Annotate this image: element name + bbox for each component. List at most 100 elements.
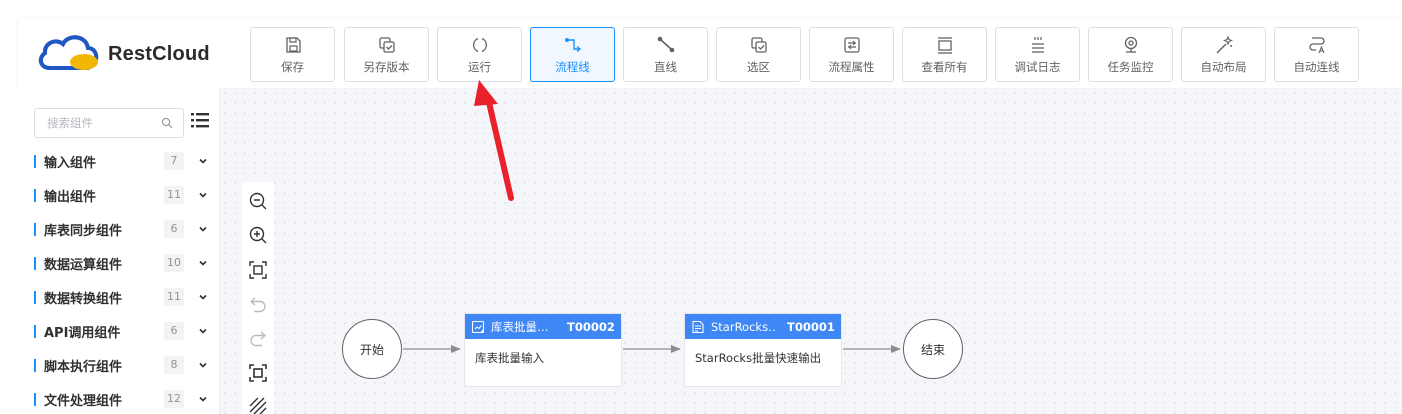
category-label: 脚本执行组件 [44,359,123,375]
straight-line-label: 直线 [654,60,677,74]
undo-icon [249,297,266,313]
run-icon [470,35,490,55]
category-label: 数据运算组件 [44,257,123,273]
chevron-down-icon[interactable] [198,190,208,200]
view-all-label: 查看所有 [921,60,968,74]
task-title: 库表批量… [491,319,549,334]
flow-line-icon [563,35,583,55]
fit-view-icon [249,261,267,279]
task-monitor-label: 任务监控 [1107,60,1154,74]
search-icon[interactable] [161,117,173,129]
select-area-button[interactable]: 选区 [716,27,801,82]
chevron-down-icon[interactable] [198,394,208,404]
category-count: 6 [164,322,184,340]
chevron-down-icon[interactable] [198,326,208,336]
start-node[interactable]: 开始 [342,319,402,379]
document-output-icon [692,320,704,333]
auto-connect-icon [1307,35,1327,55]
redo-button[interactable] [247,327,269,349]
search-input[interactable] [35,109,155,137]
category-label: 文件处理组件 [44,393,123,409]
save-version-button[interactable]: 另存版本 [344,27,429,82]
zoom-in-button[interactable] [247,224,269,246]
view-all-button[interactable]: 查看所有 [902,27,987,82]
category-label: 数据转换组件 [44,291,123,307]
category-count: 10 [164,254,184,272]
category-marker [34,222,36,236]
cloud-logo-icon [38,35,99,70]
category-label: 输出组件 [44,189,97,205]
category-marker [34,290,36,304]
category-data-compute[interactable]: 数据运算组件 10 [34,252,210,274]
category-marker [34,154,36,168]
undo-button[interactable] [247,293,269,315]
task-code: T00002 [567,319,615,334]
category-count: 12 [164,390,184,408]
fullscreen-button[interactable] [247,362,269,384]
canvas-tool-bar [242,182,274,414]
save-icon [283,35,303,55]
flow-line-button[interactable]: 流程线 [530,27,615,82]
flow-properties-button[interactable]: 流程属性 [809,27,894,82]
category-api-call[interactable]: API调用组件 6 [34,320,210,342]
fit-view-button[interactable] [247,259,269,281]
restcloud-logo: RestCloud [36,32,216,76]
save-button[interactable]: 保存 [250,27,335,82]
zoom-out-icon [249,192,267,210]
grid-toggle-icon [249,397,267,414]
task-description: StarRocks批量快速输出 [695,351,822,365]
zoom-in-icon [249,226,267,244]
task-description: 库表批量输入 [475,351,544,365]
save-version-icon [377,35,397,55]
task-monitor-icon [1121,35,1141,55]
task-code: T00001 [787,319,835,334]
debug-log-button[interactable]: 调试日志 [995,27,1080,82]
straight-line-icon [656,35,676,55]
category-output[interactable]: 输出组件 11 [34,184,210,206]
task-monitor-button[interactable]: 任务监控 [1088,27,1173,82]
save-version-label: 另存版本 [363,60,410,74]
debug-log-icon [1028,35,1048,55]
category-count: 7 [164,152,184,170]
select-area-label: 选区 [747,60,770,74]
chevron-down-icon[interactable] [198,292,208,302]
category-data-transform[interactable]: 数据转换组件 11 [34,286,210,308]
auto-connect-label: 自动连线 [1293,60,1340,74]
redo-icon [250,331,267,347]
run-button[interactable]: 运行 [437,27,522,82]
task-title: StarRocks… [711,319,777,334]
grid-toggle-button[interactable] [247,395,269,414]
view-all-icon [935,35,955,55]
run-label: 运行 [468,60,491,74]
chevron-down-icon[interactable] [198,156,208,166]
auto-layout-icon [1214,35,1234,55]
auto-layout-button[interactable]: 自动布局 [1181,27,1266,82]
task-node-starrocks-output[interactable]: StarRocks… T00001 StarRocks批量快速输出 [684,313,842,387]
zoom-out-button[interactable] [247,190,269,212]
select-area-icon [749,35,769,55]
straight-line-button[interactable]: 直线 [623,27,708,82]
chevron-down-icon[interactable] [198,224,208,234]
flow-properties-label: 流程属性 [828,60,875,74]
auto-connect-button[interactable]: 自动连线 [1274,27,1359,82]
end-node[interactable]: 结束 [903,319,963,379]
chevron-down-icon[interactable] [198,258,208,268]
component-search[interactable] [34,108,184,138]
category-marker [34,188,36,202]
list-view-icon[interactable] [190,110,210,130]
logo-text: RestCloud [108,42,210,65]
category-file-process[interactable]: 文件处理组件 12 [34,388,210,410]
task-header: StarRocks… T00001 [685,314,841,339]
category-input[interactable]: 输入组件 7 [34,150,210,172]
start-node-label: 开始 [359,342,384,357]
task-node-batch-input[interactable]: 库表批量… T00002 库表批量输入 [464,313,622,387]
category-script-exec[interactable]: 脚本执行组件 8 [34,354,210,376]
category-table-sync[interactable]: 库表同步组件 6 [34,218,210,240]
category-marker [34,358,36,372]
category-count: 11 [164,288,184,306]
flow-properties-icon [842,35,862,55]
task-header: 库表批量… T00002 [465,314,621,339]
category-count: 8 [164,356,184,374]
chevron-down-icon[interactable] [198,360,208,370]
end-node-label: 结束 [920,342,945,357]
